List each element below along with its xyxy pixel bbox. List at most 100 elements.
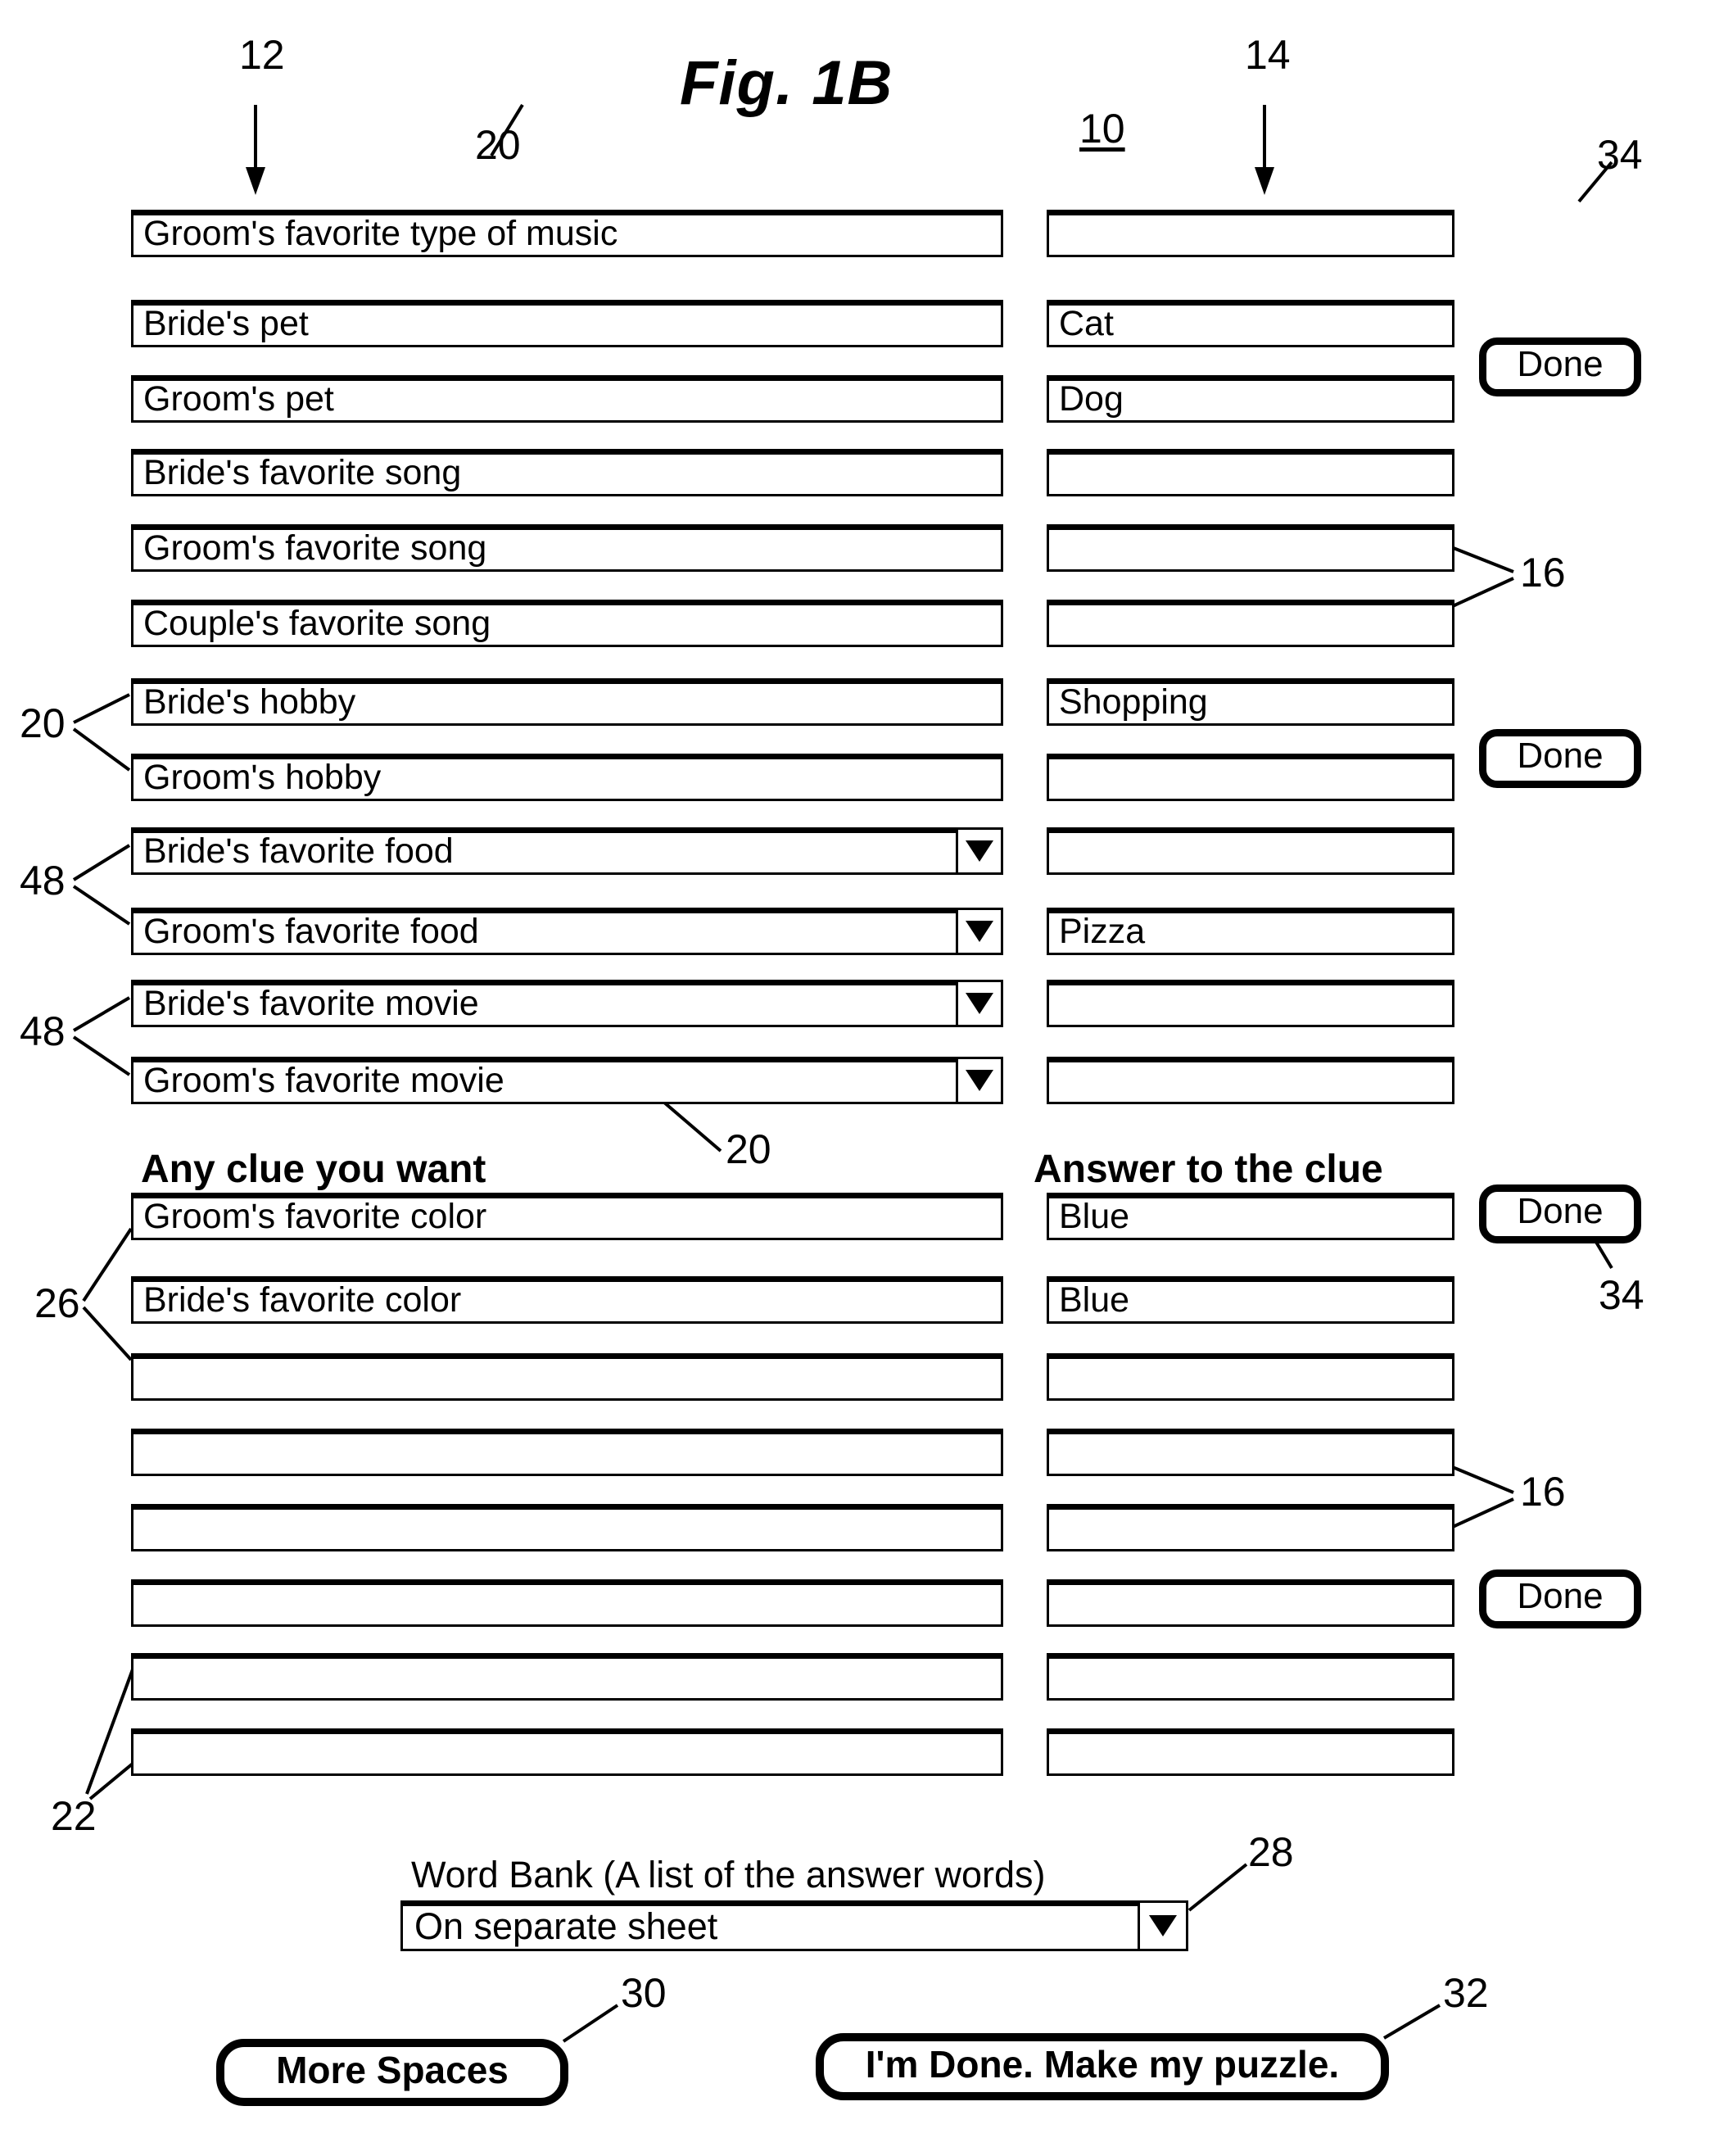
- answer-input[interactable]: Dog: [1047, 375, 1454, 423]
- done-button-label: Done: [1517, 1576, 1604, 1616]
- answer-input[interactable]: [1047, 1057, 1454, 1104]
- ref-numeral-22: 22: [51, 1793, 97, 1839]
- done-button-label: Done: [1517, 344, 1604, 384]
- done-button-label: Done: [1517, 736, 1604, 776]
- clue-input[interactable]: [131, 1353, 1003, 1401]
- answer-input[interactable]: [1047, 524, 1454, 572]
- clue-input[interactable]: Bride's favorite color: [131, 1276, 1003, 1324]
- clue-input[interactable]: Couple's favorite song: [131, 600, 1003, 647]
- section-heading-answer-column: Answer to the clue: [1034, 1148, 1383, 1191]
- clue-input-value: Bride's pet: [143, 303, 309, 343]
- answer-input-value: Cat: [1059, 303, 1114, 343]
- ref-numeral-30: 30: [621, 1970, 667, 2016]
- more-spaces-button[interactable]: More Spaces: [216, 2039, 568, 2106]
- clue-input-value: Groom's favorite movie: [143, 1060, 504, 1100]
- clue-input[interactable]: Groom's favorite color: [131, 1193, 1003, 1240]
- answer-input-value: Dog: [1059, 378, 1124, 419]
- answer-input[interactable]: [1047, 980, 1454, 1027]
- answer-input[interactable]: Blue: [1047, 1276, 1454, 1324]
- clue-input-value: Bride's favorite movie: [143, 983, 479, 1023]
- clue-input[interactable]: Groom's favorite movie: [131, 1057, 1003, 1104]
- ref-numeral-48-food: 48: [20, 858, 66, 904]
- more-spaces-button-label: More Spaces: [276, 2049, 509, 2091]
- ref-numeral-16-top: 16: [1520, 550, 1566, 596]
- done-button-3[interactable]: Done: [1479, 1184, 1641, 1243]
- clue-input-value: Bride's favorite song: [143, 452, 462, 492]
- make-puzzle-button[interactable]: I'm Done. Make my puzzle.: [816, 2033, 1389, 2100]
- answer-input[interactable]: [1047, 754, 1454, 801]
- ref-numeral-20-hobby: 20: [20, 700, 66, 746]
- answer-input-value: Blue: [1059, 1196, 1130, 1236]
- ref-numeral-26: 26: [34, 1280, 80, 1326]
- chevron-down-icon[interactable]: [1138, 1900, 1188, 1951]
- answer-input[interactable]: [1047, 1504, 1454, 1551]
- clue-input-value: Groom's hobby: [143, 757, 382, 797]
- answer-input[interactable]: [1047, 1728, 1454, 1776]
- make-puzzle-button-label: I'm Done. Make my puzzle.: [865, 2043, 1340, 2086]
- clue-input-value: Couple's favorite song: [143, 603, 491, 643]
- figure-title: Fig. 1B: [680, 48, 893, 118]
- word-bank-label: Word Bank (A list of the answer words): [411, 1854, 1046, 1896]
- clue-input[interactable]: Groom's favorite type of music: [131, 210, 1003, 257]
- chevron-down-icon[interactable]: [956, 908, 1003, 955]
- clue-input[interactable]: [131, 1504, 1003, 1551]
- ref-numeral-10: 10: [1079, 106, 1125, 152]
- done-button-1[interactable]: Done: [1479, 337, 1641, 396]
- word-bank-select[interactable]: On separate sheet: [400, 1900, 1188, 1951]
- answer-input[interactable]: [1047, 210, 1454, 257]
- answer-input-value: Shopping: [1059, 682, 1208, 722]
- clue-input[interactable]: [131, 1579, 1003, 1627]
- chevron-down-icon[interactable]: [956, 980, 1003, 1027]
- ref-numeral-32: 32: [1443, 1970, 1489, 2016]
- clue-input[interactable]: Bride's favorite movie: [131, 980, 1003, 1027]
- chevron-down-icon[interactable]: [956, 1057, 1003, 1104]
- ref-numeral-12: 12: [239, 32, 285, 78]
- ref-numeral-28: 28: [1248, 1829, 1294, 1875]
- answer-input[interactable]: [1047, 1579, 1454, 1627]
- clue-input-value: Groom's favorite song: [143, 528, 487, 568]
- answer-input[interactable]: [1047, 600, 1454, 647]
- ref-numeral-34-bottom: 34: [1599, 1272, 1644, 1318]
- clue-input-value: Groom's favorite color: [143, 1196, 487, 1236]
- done-button-label: Done: [1517, 1191, 1604, 1231]
- clue-input-value: Groom's favorite food: [143, 911, 479, 951]
- answer-input[interactable]: [1047, 1429, 1454, 1476]
- ref-numeral-14: 14: [1245, 32, 1291, 78]
- answer-input-value: Pizza: [1059, 911, 1146, 951]
- clue-input[interactable]: Groom's pet: [131, 375, 1003, 423]
- clue-input[interactable]: [131, 1429, 1003, 1476]
- clue-input[interactable]: Bride's favorite song: [131, 449, 1003, 496]
- word-bank-value: On separate sheet: [414, 1905, 718, 1947]
- clue-input-value: Groom's pet: [143, 378, 334, 419]
- clue-input[interactable]: Bride's hobby: [131, 678, 1003, 726]
- answer-input[interactable]: [1047, 1653, 1454, 1701]
- answer-input-value: Blue: [1059, 1280, 1130, 1320]
- answer-input[interactable]: [1047, 449, 1454, 496]
- ref-numeral-20-bottom: 20: [726, 1126, 771, 1172]
- clue-input[interactable]: Bride's pet: [131, 300, 1003, 347]
- clue-input[interactable]: [131, 1653, 1003, 1701]
- section-heading-clue-column: Any clue you want: [141, 1148, 486, 1191]
- clue-input[interactable]: Groom's favorite food: [131, 908, 1003, 955]
- done-button-2[interactable]: Done: [1479, 729, 1641, 788]
- clue-input-value: Bride's favorite food: [143, 831, 454, 871]
- answer-input[interactable]: [1047, 1353, 1454, 1401]
- clue-input[interactable]: Groom's hobby: [131, 754, 1003, 801]
- ref-numeral-16-bottom: 16: [1520, 1469, 1566, 1515]
- answer-input[interactable]: Blue: [1047, 1193, 1454, 1240]
- clue-input[interactable]: [131, 1728, 1003, 1776]
- done-button-4[interactable]: Done: [1479, 1569, 1641, 1628]
- ref-numeral-48-movie: 48: [20, 1008, 66, 1054]
- answer-input[interactable]: Cat: [1047, 300, 1454, 347]
- clue-input-value: Bride's hobby: [143, 682, 356, 722]
- clue-input[interactable]: Bride's favorite food: [131, 827, 1003, 875]
- clue-input-value: Bride's favorite color: [143, 1280, 462, 1320]
- answer-input[interactable]: [1047, 827, 1454, 875]
- chevron-down-icon[interactable]: [956, 827, 1003, 875]
- clue-input[interactable]: Groom's favorite song: [131, 524, 1003, 572]
- answer-input[interactable]: Shopping: [1047, 678, 1454, 726]
- ref-numeral-34-top: 34: [1597, 132, 1643, 178]
- ref-numeral-20-top: 20: [475, 122, 521, 168]
- answer-input[interactable]: Pizza: [1047, 908, 1454, 955]
- clue-input-value: Groom's favorite type of music: [143, 213, 618, 253]
